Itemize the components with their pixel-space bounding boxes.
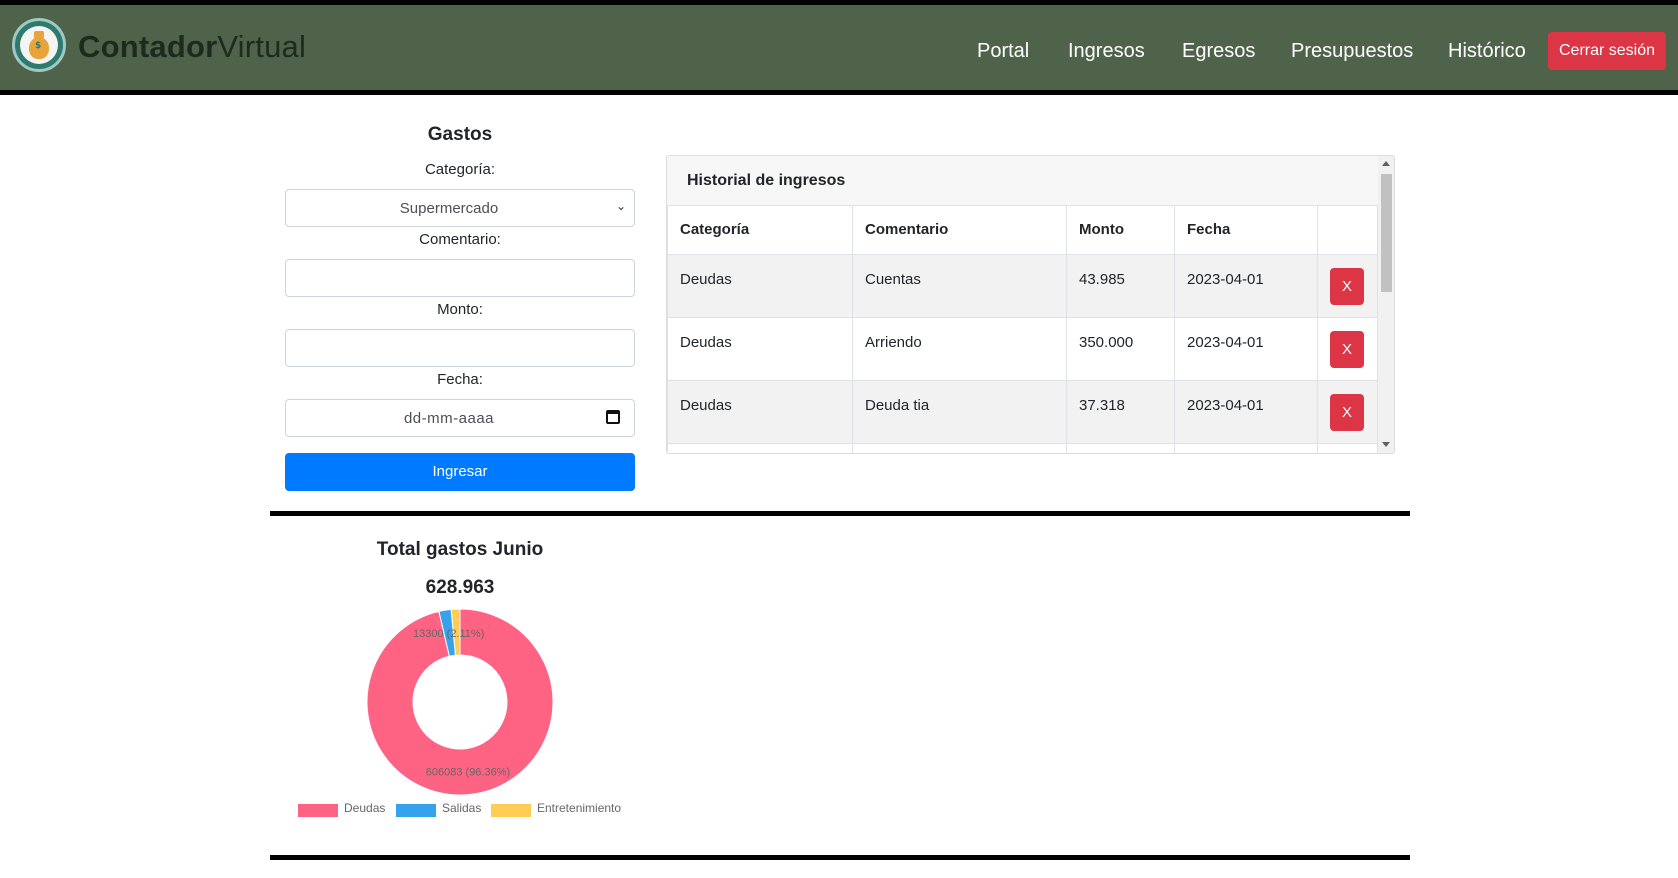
- table-row: Deudas Arriendo 350.000 2023-04-01 X: [667, 317, 1378, 381]
- col-actions: [1317, 205, 1378, 255]
- cell-amount: 37.318: [1066, 380, 1175, 444]
- history-table: Categoría Comentario Monto Fecha Deudas …: [667, 205, 1378, 453]
- nav-presupuestos[interactable]: Presupuestos: [1291, 40, 1413, 63]
- calendar-icon[interactable]: [606, 410, 620, 424]
- delete-button[interactable]: X: [1330, 268, 1364, 305]
- brand-name[interactable]: ContadorVirtual: [78, 29, 306, 65]
- money-bag-logo-icon[interactable]: $: [12, 18, 66, 72]
- delete-button[interactable]: X: [1330, 331, 1364, 368]
- history-title: Historial de ingresos: [687, 172, 846, 189]
- legend-entretenimiento[interactable]: Entretenimiento: [537, 801, 621, 815]
- chart-total: 628.963: [425, 577, 495, 598]
- cell-comment: Deuda tia: [852, 380, 1067, 444]
- cell-amount: 350.000: [1066, 317, 1175, 381]
- table-scrollbar[interactable]: [1378, 156, 1394, 453]
- logout-button[interactable]: Cerrar sesión: [1548, 32, 1666, 70]
- chart-title: Total gastos Junio: [376, 539, 544, 560]
- comment-label: Comentario:: [419, 231, 501, 248]
- col-fecha: Fecha: [1174, 205, 1318, 255]
- amount-label: Monto:: [437, 301, 483, 318]
- chevron-down-icon: ⌄: [615, 199, 626, 213]
- divider: [270, 511, 1410, 516]
- legend-swatch-salidas[interactable]: [396, 804, 436, 817]
- col-categoria: Categoría: [667, 205, 853, 255]
- comment-field[interactable]: [285, 259, 635, 297]
- cell-category: Deudas: [667, 380, 853, 444]
- cell-comment: Cuentas: [852, 254, 1067, 318]
- category-label: Categoría:: [424, 161, 496, 178]
- category-select[interactable]: Supermercado ⌄: [285, 189, 635, 227]
- date-label: Fecha:: [437, 371, 483, 388]
- cell-amount: 43.985: [1066, 254, 1175, 318]
- cell-date: 2023-04-01: [1174, 254, 1318, 318]
- cell-action: X: [1317, 317, 1378, 381]
- delete-button[interactable]: X: [1330, 394, 1364, 431]
- history-panel: Historial de ingresos Categoría Comentar…: [666, 155, 1395, 454]
- legend-swatch-deudas[interactable]: [298, 804, 338, 817]
- scroll-down-arrow-icon[interactable]: [1382, 442, 1390, 447]
- cell-category: Deudas: [667, 254, 853, 318]
- scroll-thumb[interactable]: [1381, 174, 1392, 292]
- cell-date: 2023-04-01: [1174, 317, 1318, 381]
- date-field[interactable]: dd-mm-aaaa: [285, 399, 635, 437]
- navbar: $ ContadorVirtual Portal Ingresos Egreso…: [0, 5, 1678, 95]
- category-selected-value: Supermercado: [399, 200, 499, 217]
- legend-deudas[interactable]: Deudas: [344, 801, 385, 815]
- date-placeholder: dd-mm-aaaa: [403, 410, 495, 427]
- legend-salidas[interactable]: Salidas: [442, 801, 481, 815]
- amount-field[interactable]: [285, 329, 635, 367]
- cell-date: 2023-04-01: [1174, 380, 1318, 444]
- scroll-up-arrow-icon[interactable]: [1382, 161, 1390, 166]
- nav-historico[interactable]: Histórico: [1448, 40, 1526, 63]
- nav-ingresos[interactable]: Ingresos: [1068, 40, 1145, 63]
- cell-category: Deudas: [667, 317, 853, 381]
- submit-button[interactable]: Ingresar: [285, 453, 635, 491]
- form-title: Gastos: [427, 124, 493, 145]
- cell-comment: Arriendo: [852, 317, 1067, 381]
- donut-chart[interactable]: 606083 (96.36%) 13300 (2.11%): [366, 608, 554, 796]
- col-monto: Monto: [1066, 205, 1175, 255]
- col-comentario: Comentario: [852, 205, 1067, 255]
- slice-label-deudas: 606083 (96.36%): [426, 767, 510, 779]
- cell-action: X: [1317, 254, 1378, 318]
- table-row: Deudas Deuda tia 37.318 2023-04-01 X: [667, 380, 1378, 444]
- legend-swatch-entretenimiento[interactable]: [491, 804, 531, 817]
- table-row: Deudas Cuentas 43.985 2023-04-01 X: [667, 254, 1378, 318]
- table-row-partial: [667, 443, 1378, 453]
- cell-action: X: [1317, 380, 1378, 444]
- nav-egresos[interactable]: Egresos: [1182, 40, 1255, 63]
- nav-portal[interactable]: Portal: [977, 40, 1029, 63]
- divider-bottom: [270, 855, 1410, 860]
- slice-label-salidas: 13300 (2.11%): [413, 628, 484, 640]
